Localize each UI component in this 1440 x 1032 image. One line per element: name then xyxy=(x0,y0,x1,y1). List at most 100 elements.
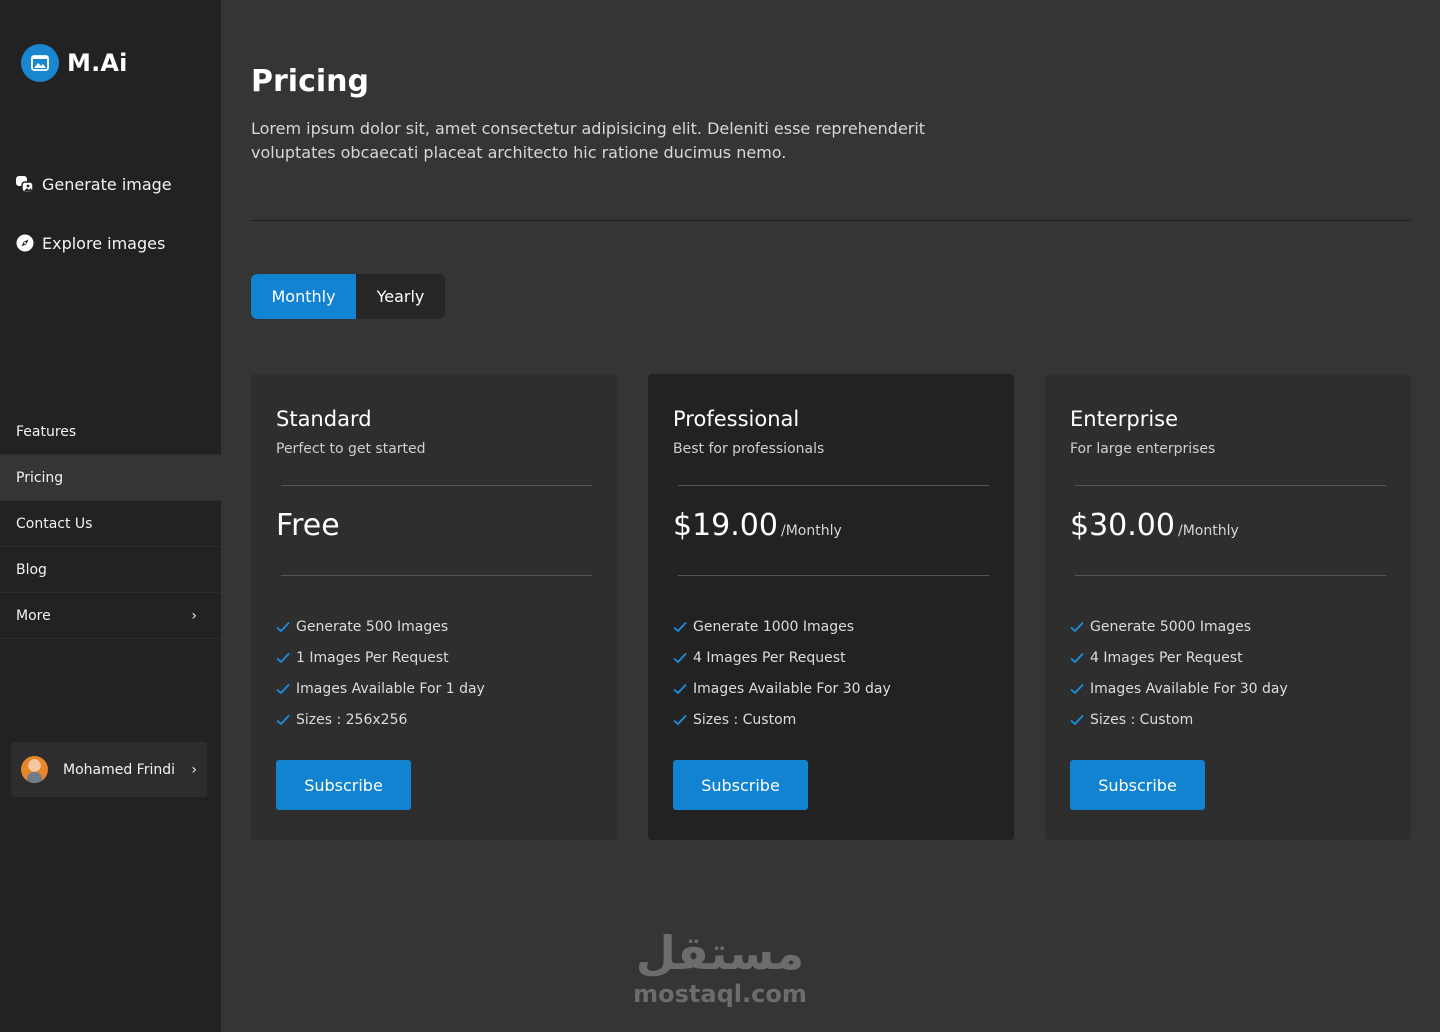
feature-item: Sizes : Custom xyxy=(1070,704,1288,735)
price-amount: $19.00 xyxy=(673,508,778,543)
feature-text: Images Available For 30 day xyxy=(1090,680,1288,697)
toggle-yearly-button[interactable]: Yearly xyxy=(356,274,445,319)
feature-text: 1 Images Per Request xyxy=(296,649,449,666)
nav-blog[interactable]: Blog xyxy=(0,547,221,593)
feature-list: Generate 1000 Images 4 Images Per Reques… xyxy=(673,611,891,735)
feature-item: Sizes : 256x256 xyxy=(276,704,485,735)
plan-tagline: Perfect to get started xyxy=(276,441,426,457)
plan-name: Enterprise xyxy=(1070,407,1179,431)
plan-tagline: Best for professionals xyxy=(673,441,825,457)
plan-name: Standard xyxy=(276,407,372,431)
nav-more-label: More xyxy=(16,607,51,624)
nav-features-label: Features xyxy=(16,423,77,440)
feature-item: Sizes : Custom xyxy=(673,704,891,735)
feature-text: Sizes : 256x256 xyxy=(296,711,408,728)
check-icon xyxy=(1070,714,1084,726)
nav-generate-image[interactable]: Generate image xyxy=(15,170,172,198)
check-icon xyxy=(1070,621,1084,633)
feature-text: Sizes : Custom xyxy=(1090,711,1194,728)
brand[interactable]: M.Ai xyxy=(21,44,128,82)
feature-text: Generate 500 Images xyxy=(296,618,449,635)
subscribe-button-enterprise[interactable]: Subscribe xyxy=(1070,760,1205,810)
plan-divider xyxy=(1075,575,1386,576)
feature-list: Generate 500 Images 1 Images Per Request… xyxy=(276,611,485,735)
nav-features[interactable]: Features xyxy=(0,409,221,455)
compass-icon xyxy=(15,234,34,253)
check-icon xyxy=(276,621,290,633)
feature-text: Images Available For 1 day xyxy=(296,680,485,697)
feature-text: Images Available For 30 day xyxy=(693,680,891,697)
plan-divider xyxy=(281,575,592,576)
feature-item: Images Available For 30 day xyxy=(1070,673,1288,704)
check-icon xyxy=(673,683,687,695)
feature-text: Sizes : Custom xyxy=(693,711,797,728)
billing-toggle: Monthly Yearly xyxy=(251,274,445,319)
feature-text: 4 Images Per Request xyxy=(1090,649,1243,666)
check-icon xyxy=(276,714,290,726)
divider xyxy=(251,220,1411,221)
check-icon xyxy=(276,683,290,695)
chevron-right-icon: › xyxy=(191,761,197,778)
avatar xyxy=(21,756,48,783)
nav-explore-images[interactable]: Explore images xyxy=(15,229,172,257)
main-content: Pricing Lorem ipsum dolor sit, amet cons… xyxy=(221,0,1440,1032)
sidebar: M.Ai Generate image Explore images Featu… xyxy=(0,0,221,1032)
feature-text: Generate 1000 Images xyxy=(693,618,855,635)
generate-image-icon xyxy=(15,175,34,194)
brand-name: M.Ai xyxy=(67,49,128,77)
primary-nav: Generate image Explore images xyxy=(15,170,172,288)
chevron-right-icon: › xyxy=(191,607,197,624)
check-icon xyxy=(1070,683,1084,695)
user-profile-button[interactable]: Mohamed Frindi › xyxy=(11,742,207,797)
secondary-nav: Features Pricing Contact Us Blog More › xyxy=(0,409,221,639)
user-name: Mohamed Frindi xyxy=(63,761,176,778)
price-amount: Free xyxy=(276,508,340,543)
plan-divider xyxy=(678,575,989,576)
plan-tagline: For large enterprises xyxy=(1070,441,1216,457)
page-description: Lorem ipsum dolor sit, amet consectetur … xyxy=(251,119,926,162)
plan-name: Professional xyxy=(673,407,800,431)
plan-divider xyxy=(281,485,592,486)
nav-generate-image-label: Generate image xyxy=(42,174,172,194)
subscribe-button-standard[interactable]: Subscribe xyxy=(276,760,411,810)
plan-price: $30.00 /Monthly xyxy=(1070,508,1239,543)
plan-divider xyxy=(678,485,989,486)
watermark-logo: مستقل mostaql.com xyxy=(632,925,808,1015)
page-title: Pricing xyxy=(251,64,369,99)
nav-contact-us[interactable]: Contact Us xyxy=(0,501,221,547)
image-icon xyxy=(21,44,59,82)
plan-divider xyxy=(1075,485,1386,486)
nav-blog-label: Blog xyxy=(16,561,47,578)
check-icon xyxy=(1070,652,1084,664)
app: M.Ai Generate image Explore images Featu… xyxy=(0,0,1440,1032)
plan-price: $19.00 /Monthly xyxy=(673,508,842,543)
check-icon xyxy=(673,714,687,726)
feature-item: 4 Images Per Request xyxy=(1070,642,1288,673)
feature-item: Images Available For 1 day xyxy=(276,673,485,704)
nav-more[interactable]: More › xyxy=(0,593,221,639)
check-icon xyxy=(673,621,687,633)
feature-list: Generate 5000 Images 4 Images Per Reques… xyxy=(1070,611,1288,735)
check-icon xyxy=(673,652,687,664)
watermark-arabic: مستقل xyxy=(635,926,805,980)
nav-explore-images-label: Explore images xyxy=(42,233,166,253)
check-icon xyxy=(276,652,290,664)
feature-item: Generate 5000 Images xyxy=(1070,611,1288,642)
feature-text: 4 Images Per Request xyxy=(693,649,846,666)
plan-card-enterprise: Enterprise For large enterprises $30.00 … xyxy=(1045,374,1411,840)
price-period: /Monthly xyxy=(1177,523,1239,539)
nav-pricing[interactable]: Pricing xyxy=(0,455,221,501)
toggle-monthly-button[interactable]: Monthly xyxy=(251,274,356,319)
feature-item: 4 Images Per Request xyxy=(673,642,891,673)
price-period: /Monthly xyxy=(780,523,842,539)
plan-card-professional: Professional Best for professionals $19.… xyxy=(648,374,1014,840)
feature-text: Generate 5000 Images xyxy=(1090,618,1252,635)
nav-contact-us-label: Contact Us xyxy=(16,515,93,532)
watermark-latin: mostaql.com xyxy=(633,980,807,1008)
feature-item: 1 Images Per Request xyxy=(276,642,485,673)
plan-card-standard: Standard Perfect to get started Free Gen… xyxy=(251,374,617,840)
subscribe-button-professional[interactable]: Subscribe xyxy=(673,760,808,810)
pricing-plans: Standard Perfect to get started Free Gen… xyxy=(251,374,1411,840)
feature-item: Generate 500 Images xyxy=(276,611,485,642)
feature-item: Images Available For 30 day xyxy=(673,673,891,704)
